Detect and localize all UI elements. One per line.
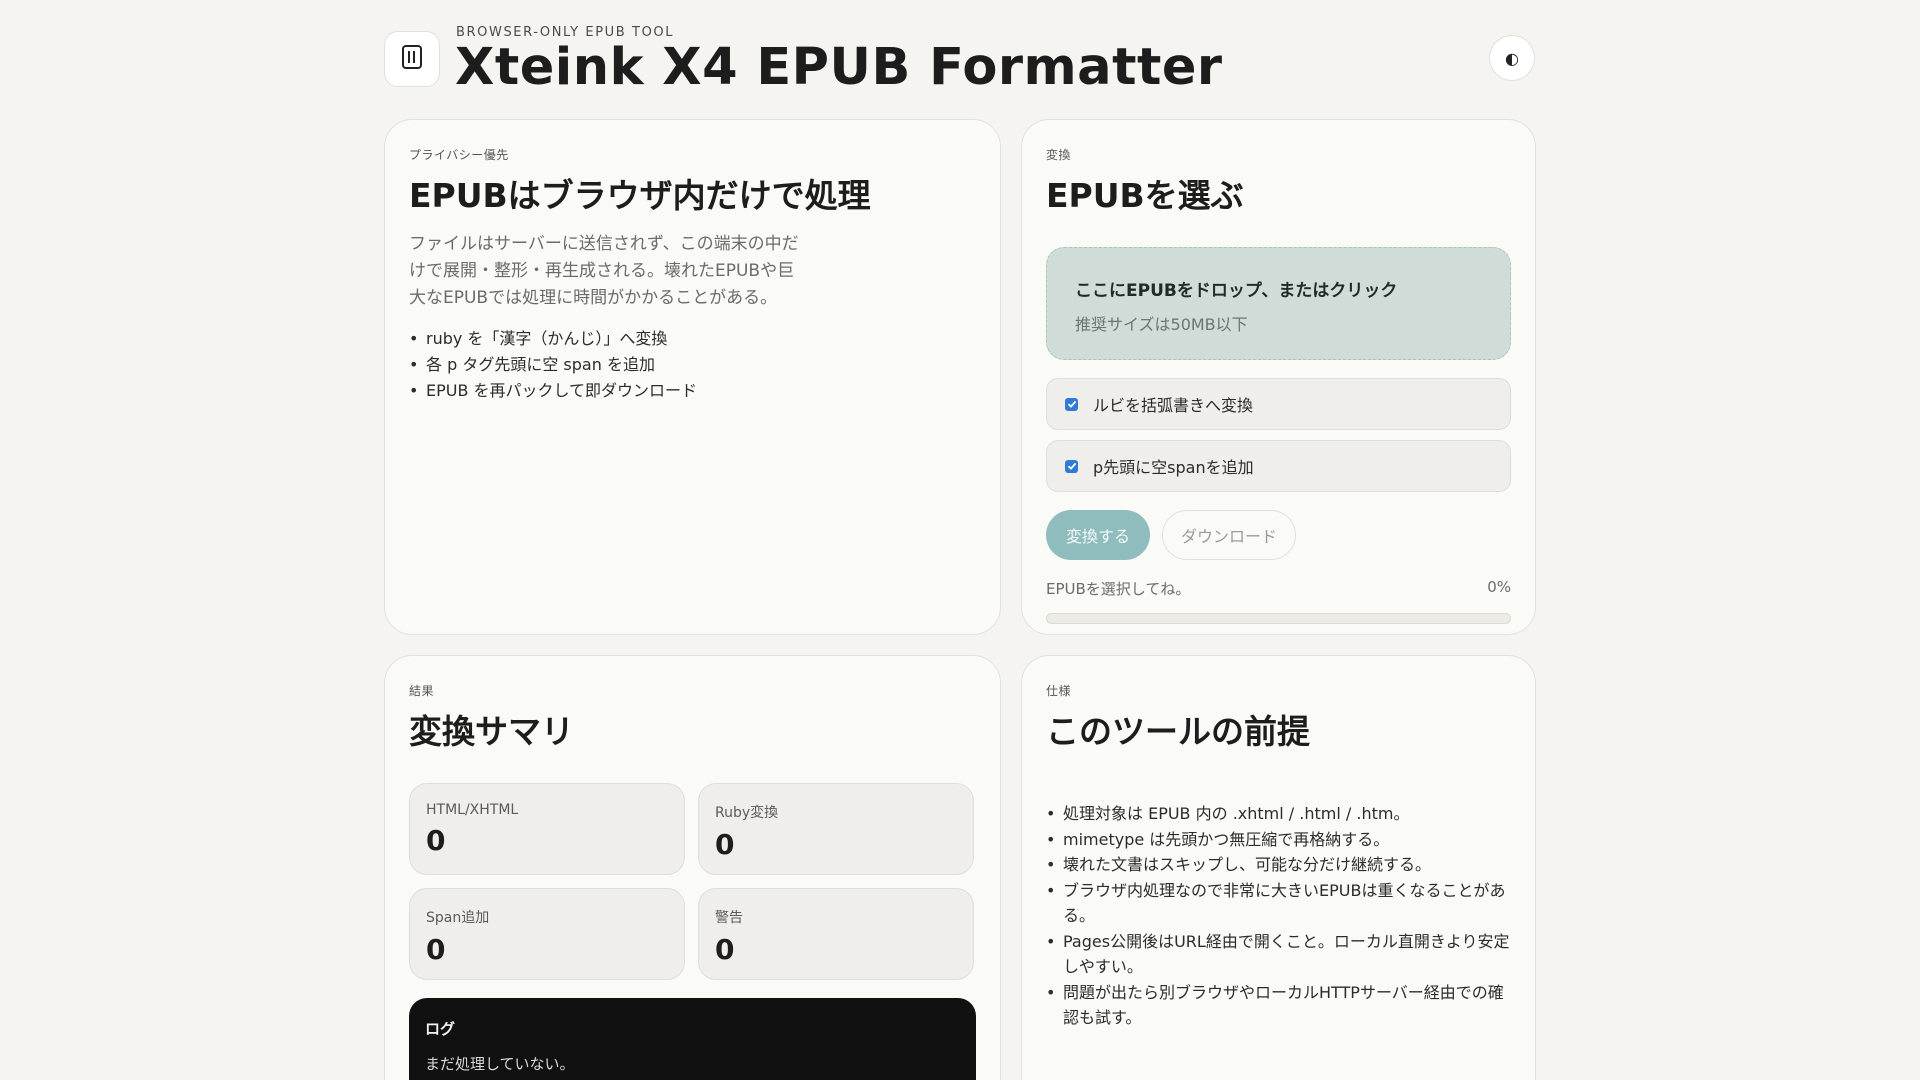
option-label-ruby: ルビを括弧書きへ変換 [1093,396,1254,415]
convert-eyebrow: 変換 [1046,148,1072,162]
summary-title: 変換サマリ [409,712,574,751]
action-buttons: 変換する ダウンロード [1046,510,1511,560]
spec-list: 処理対象は EPUB 内の .xhtml / .html / .htm。 mim… [1046,801,1511,1031]
spec-item: mimetype は先頭かつ無圧縮で再格納する。 [1046,827,1511,853]
convert-card: 変換 EPUBを選ぶ ここにEPUBをドロップ、またはクリック 推奨サイズは50… [1021,119,1536,635]
download-button[interactable]: ダウンロード [1162,510,1297,560]
spec-title: このツールの前提 [1046,712,1310,751]
app-title: Xteink X4 EPUB Formatter [455,38,1223,97]
stat-label: Ruby変換 [715,805,779,821]
log-title: ログ [425,1020,456,1038]
spec-eyebrow: 仕様 [1046,684,1072,698]
spec-item: 壊れた文書はスキップし、可能な分だけ継続する。 [1046,852,1511,878]
stat-value: 0 [715,933,735,966]
stat-label: 警告 [715,910,743,926]
summary-eyebrow: 結果 [409,684,435,698]
span-checkbox[interactable] [1065,459,1078,473]
convert-title: EPUBを選ぶ [1046,176,1244,215]
convert-button[interactable]: 変換する [1046,510,1151,560]
epub-dropzone[interactable]: ここにEPUBをドロップ、またはクリック 推奨サイズは50MB以下 [1046,247,1511,360]
feature-item-span: 各 p タグ先頭に空 span を追加 [409,352,976,378]
stat-warning-count: 警告 0 [698,888,974,980]
privacy-title: EPUBはブラウザ内だけで処理 [409,176,871,215]
book-icon [400,44,424,74]
status-text: EPUBを選択してね。 [1046,580,1191,598]
stat-span-count: Span追加 0 [409,888,685,980]
theme-toggle-button[interactable]: ◐ [1489,35,1535,81]
app-logo [384,31,440,87]
option-ruby-to-brackets[interactable]: ルビを括弧書きへ変換 [1046,378,1511,430]
spec-item: 処理対象は EPUB 内の .xhtml / .html / .htm。 [1046,801,1511,827]
privacy-card: プライバシー優先 EPUBはブラウザ内だけで処理 ファイルはサーバーに送信されず… [384,119,1001,635]
privacy-description: ファイルはサーバーに送信されず、この端末の中だけで展開・整形・再生成される。壊れ… [409,234,799,308]
stat-html-count: HTML/XHTML 0 [409,783,685,875]
log-panel: ログ まだ処理していない。 [409,998,976,1080]
dropzone-label: ここにEPUBをドロップ、またはクリック [1075,281,1398,301]
status-row: EPUBを選択してね。 0% [1046,578,1511,599]
stat-ruby-count: Ruby変換 0 [698,783,974,875]
check-icon [1067,400,1076,408]
stat-value: 0 [715,828,735,861]
progress-percent: 0% [1487,578,1511,596]
stat-label: Span追加 [426,910,490,926]
check-icon [1067,462,1076,470]
dropzone-hint: 推奨サイズは50MB以下 [1075,315,1248,334]
ruby-checkbox[interactable] [1065,397,1078,411]
feature-item-ruby: ruby を「漢字（かんじ）」へ変換 [409,326,976,352]
app-page: BROWSER-ONLY EPUB TOOL Xteink X4 EPUB Fo… [0,0,1920,1080]
stat-value: 0 [426,824,446,857]
spec-card: 仕様 このツールの前提 処理対象は EPUB 内の .xhtml / .html… [1021,655,1536,1080]
log-text: まだ処理していない。 [425,1055,575,1073]
summary-card: 結果 変換サマリ HTML/XHTML 0 Ruby変換 0 Span追加 0 … [384,655,1001,1080]
stats-grid: HTML/XHTML 0 Ruby変換 0 Span追加 0 警告 0 [409,783,976,980]
contrast-icon: ◐ [1505,48,1519,68]
stat-label: HTML/XHTML [426,802,519,818]
privacy-eyebrow: プライバシー優先 [409,148,509,162]
option-add-empty-span[interactable]: p先頭に空spanを追加 [1046,440,1511,492]
stat-value: 0 [426,933,446,966]
progress-bar [1046,613,1511,624]
feature-list: ruby を「漢字（かんじ）」へ変換 各 p タグ先頭に空 span を追加 E… [409,326,976,404]
spec-item: 問題が出たら別ブラウザやローカルHTTPサーバー経由での確認も試す。 [1046,980,1511,1031]
option-label-span: p先頭に空spanを追加 [1093,458,1254,477]
spec-item: Pages公開後はURL経由で開くこと。ローカル直開きより安定しやすい。 [1046,929,1511,980]
feature-item-repack: EPUB を再パックして即ダウンロード [409,378,976,404]
spec-item: ブラウザ内処理なので非常に大きいEPUBは重くなることがある。 [1046,878,1511,929]
